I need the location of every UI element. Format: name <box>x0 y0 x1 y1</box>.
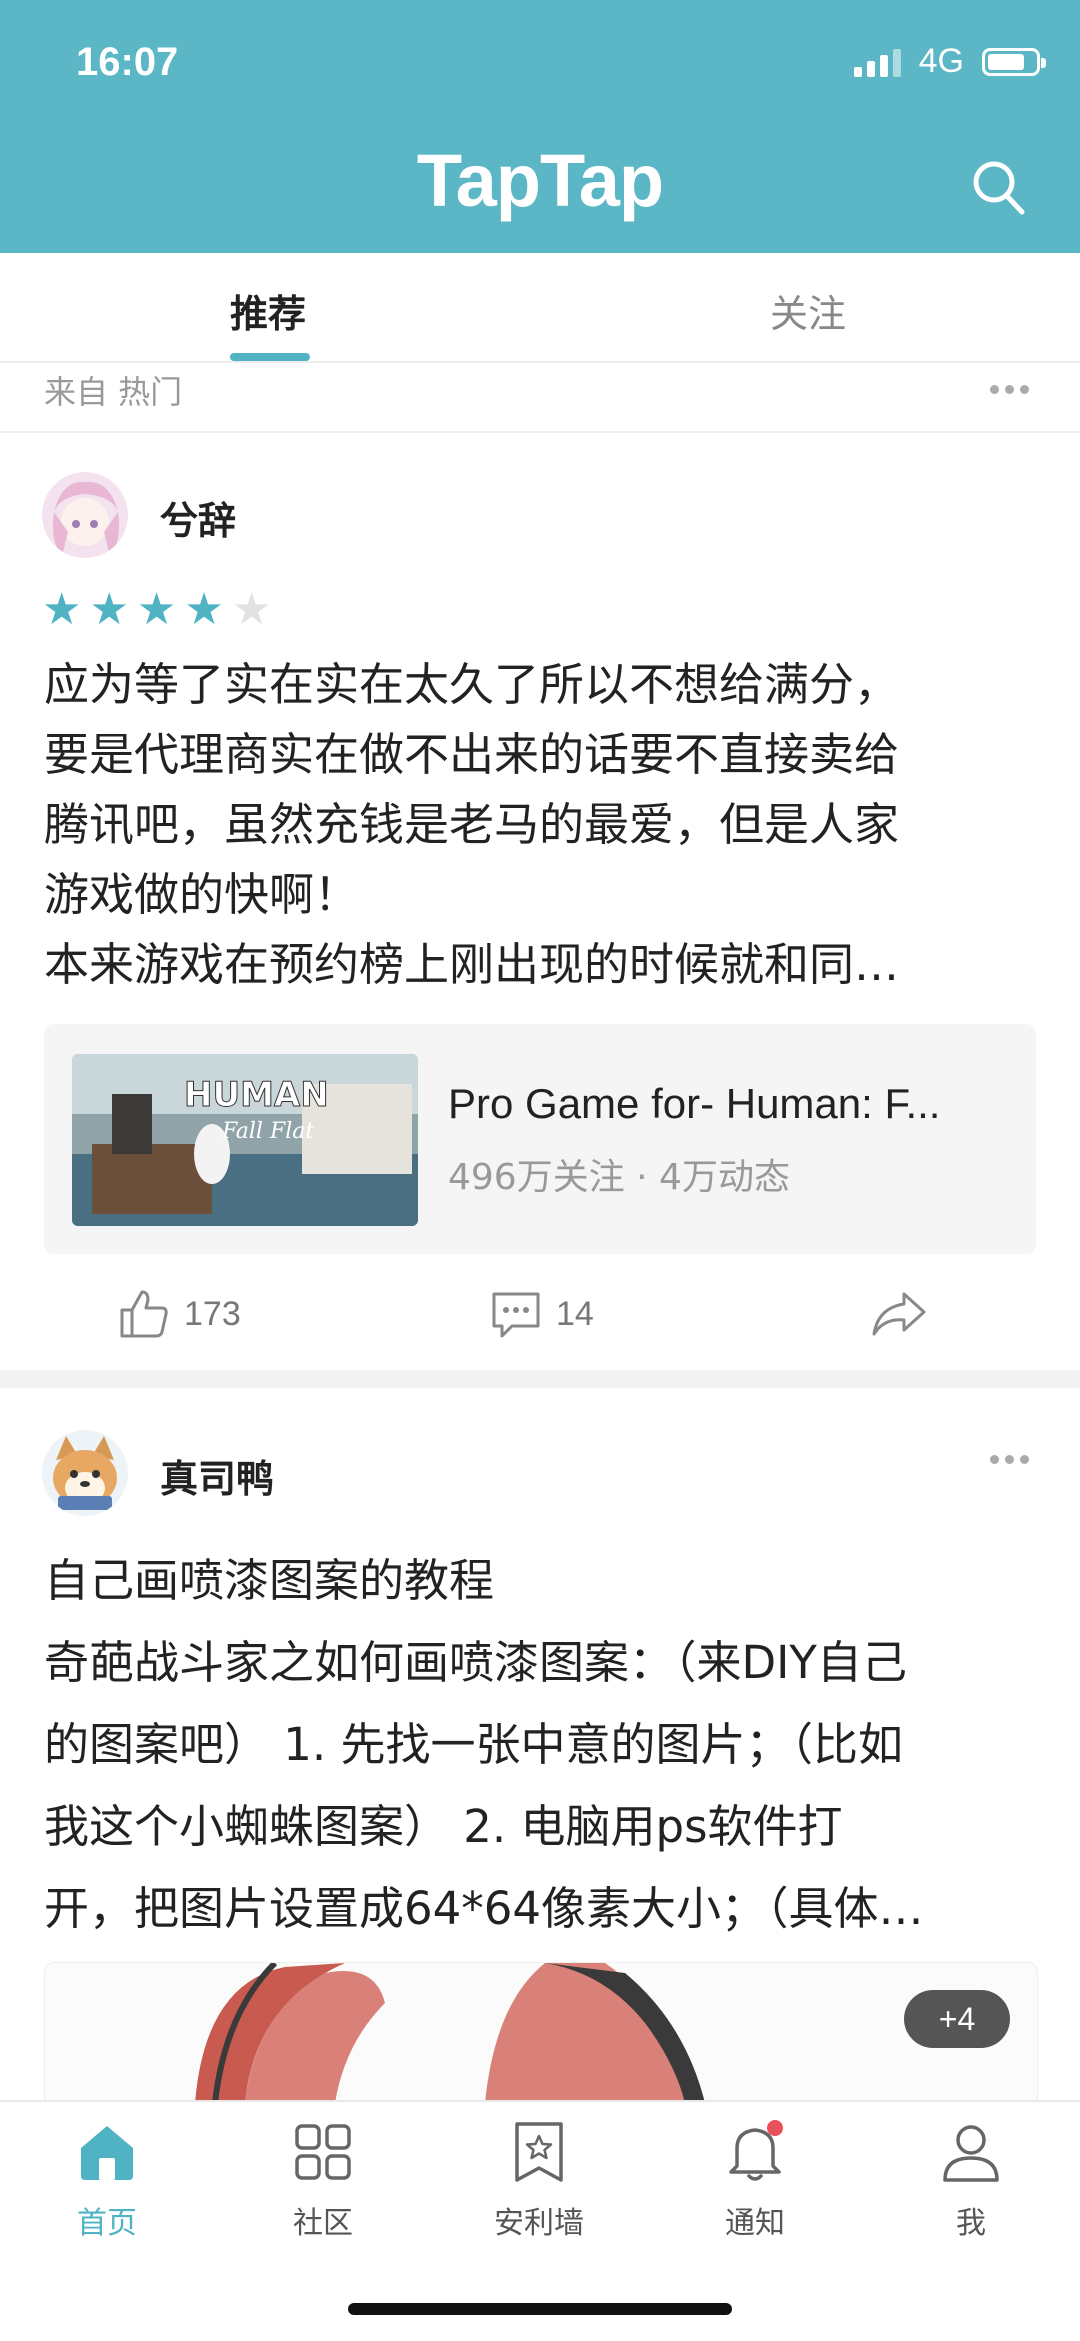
nav-item-notifications[interactable]: 通知 <box>690 2120 820 2242</box>
post-body[interactable]: 应为等了实在实在太久了所以不想给满分， 要是代理商实在做不出来的话要不直接卖给 … <box>44 650 1044 1000</box>
bell-icon <box>729 2120 783 2181</box>
star-bookmark-icon <box>515 2122 563 2182</box>
post-separator <box>0 1370 1080 1388</box>
comment-button[interactable]: 14 <box>490 1288 594 1340</box>
active-tab-indicator <box>230 353 310 361</box>
status-time: 16:07 <box>76 40 179 84</box>
post-text-line: 开，把图片设置成64*64像素大小；（具体… <box>44 1882 924 1935</box>
notification-badge <box>767 2120 783 2136</box>
post-actions: 173 14 <box>0 1268 1080 1368</box>
nav-label: 社区 <box>293 2206 353 2241</box>
game-stats: 496万关注 · 4万动态 <box>448 1157 790 1198</box>
game-thumbnail: HUMAN Fall Flat <box>72 1054 418 1226</box>
battery-icon <box>982 47 1046 76</box>
like-count: 173 <box>184 1294 241 1333</box>
post-text-line: 本来游戏在预约榜上刚出现的时候就和同… <box>44 938 900 991</box>
tab-recommend[interactable]: 推荐 <box>230 283 306 338</box>
game-card[interactable]: HUMAN Fall Flat Pro Game for- Human: F..… <box>44 1024 1036 1254</box>
app-header: 16:07 4G TapTap <box>0 0 1080 253</box>
more-options-icon[interactable] <box>990 1455 1029 1464</box>
post-image[interactable] <box>44 1962 1038 2104</box>
nav-item-home[interactable]: 首页 <box>42 2120 172 2242</box>
nav-item-me[interactable]: 我 <box>906 2120 1036 2242</box>
network-type: 4G <box>918 42 964 80</box>
grid-icon <box>295 2124 351 2180</box>
thumb-subtitle: Fall Flat <box>221 1119 314 1144</box>
more-options-icon[interactable] <box>990 385 1029 394</box>
nav-label: 通知 <box>725 2206 785 2241</box>
status-indicators: 4G <box>853 42 1046 81</box>
home-indicator <box>348 2303 732 2315</box>
avatar[interactable] <box>42 472 128 558</box>
star-filled-icon: ★ <box>136 584 177 635</box>
more-images-badge[interactable]: +4 <box>904 1990 1010 2048</box>
star-filled-icon: ★ <box>42 584 82 635</box>
post-text-line: 应为等了实在实在太久了所以不想给满分， <box>44 658 900 711</box>
home-icon <box>81 2126 133 2180</box>
post-text-line: 自己画喷漆图案的教程 <box>44 1554 495 1607</box>
post-text-line: 的图案吧） 1. 先找一张中意的图片；（比如 <box>44 1718 904 1771</box>
thumb-title: HUMAN <box>184 1075 329 1115</box>
thumbs-up-icon <box>120 1290 168 1338</box>
nav-item-community[interactable]: 社区 <box>258 2120 388 2242</box>
comment-icon <box>492 1292 540 1338</box>
star-filled-icon: ★ <box>89 584 129 635</box>
tab-following[interactable]: 关注 <box>770 283 846 338</box>
game-title: Pro Game for- Human: F... <box>448 1080 941 1127</box>
user-icon <box>943 2125 999 2182</box>
post-body[interactable]: 自己画喷漆图案的教程 奇葩战斗家之如何画喷漆图案：（来DIY自己 的图案吧） 1… <box>44 1540 1044 1950</box>
post-text-line: 腾讯吧，虽然充钱是老马的最爱，但是人家 <box>44 798 900 851</box>
post-text-line: 游戏做的快啊！ <box>44 868 360 921</box>
post-username[interactable]: 真司鸭 <box>160 1448 274 1503</box>
star-filled-icon: ★ <box>184 584 224 635</box>
comment-count: 14 <box>556 1294 594 1333</box>
share-icon <box>872 1292 926 1336</box>
post-text-line: 要是代理商实在做不出来的话要不直接卖给 <box>44 728 900 781</box>
source-label: 来自 热门 <box>44 373 183 411</box>
nav-label: 我 <box>956 2206 986 2241</box>
share-button[interactable] <box>870 1288 928 1340</box>
app-logo: TapTap <box>416 139 664 222</box>
post-username[interactable]: 兮辞 <box>160 490 236 545</box>
star-empty-icon: ★ <box>231 584 272 635</box>
feed-source-row: 来自 热门 <box>0 363 1080 433</box>
signal-icon <box>853 47 901 77</box>
post-text-line: 我这个小蜘蛛图案） 2. 电脑用ps软件打 <box>44 1800 843 1853</box>
nav-label: 首页 <box>77 2206 137 2241</box>
avatar[interactable] <box>42 1430 128 1516</box>
feed-tabs: 推荐 关注 <box>0 253 1080 363</box>
nav-item-recommend-wall[interactable]: 安利墙 <box>474 2120 604 2242</box>
rating-stars: ★ ★ ★ ★ ★ <box>42 588 271 632</box>
like-button[interactable]: 173 <box>118 1288 241 1340</box>
search-icon[interactable] <box>970 158 1026 218</box>
post-text-line: 奇葩战斗家之如何画喷漆图案：（来DIY自己 <box>44 1636 907 1689</box>
nav-label: 安利墙 <box>494 2206 584 2241</box>
